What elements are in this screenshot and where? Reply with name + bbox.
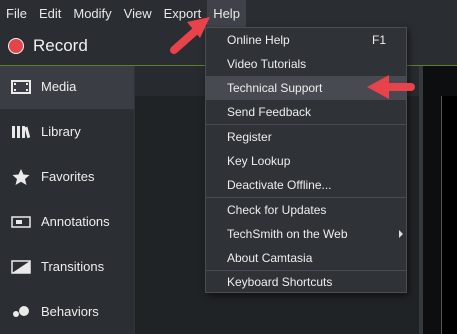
arrow-to-help-icon [170, 17, 210, 54]
arrow-to-support-icon [367, 75, 415, 99]
annotation-overlay [170, 17, 415, 99]
